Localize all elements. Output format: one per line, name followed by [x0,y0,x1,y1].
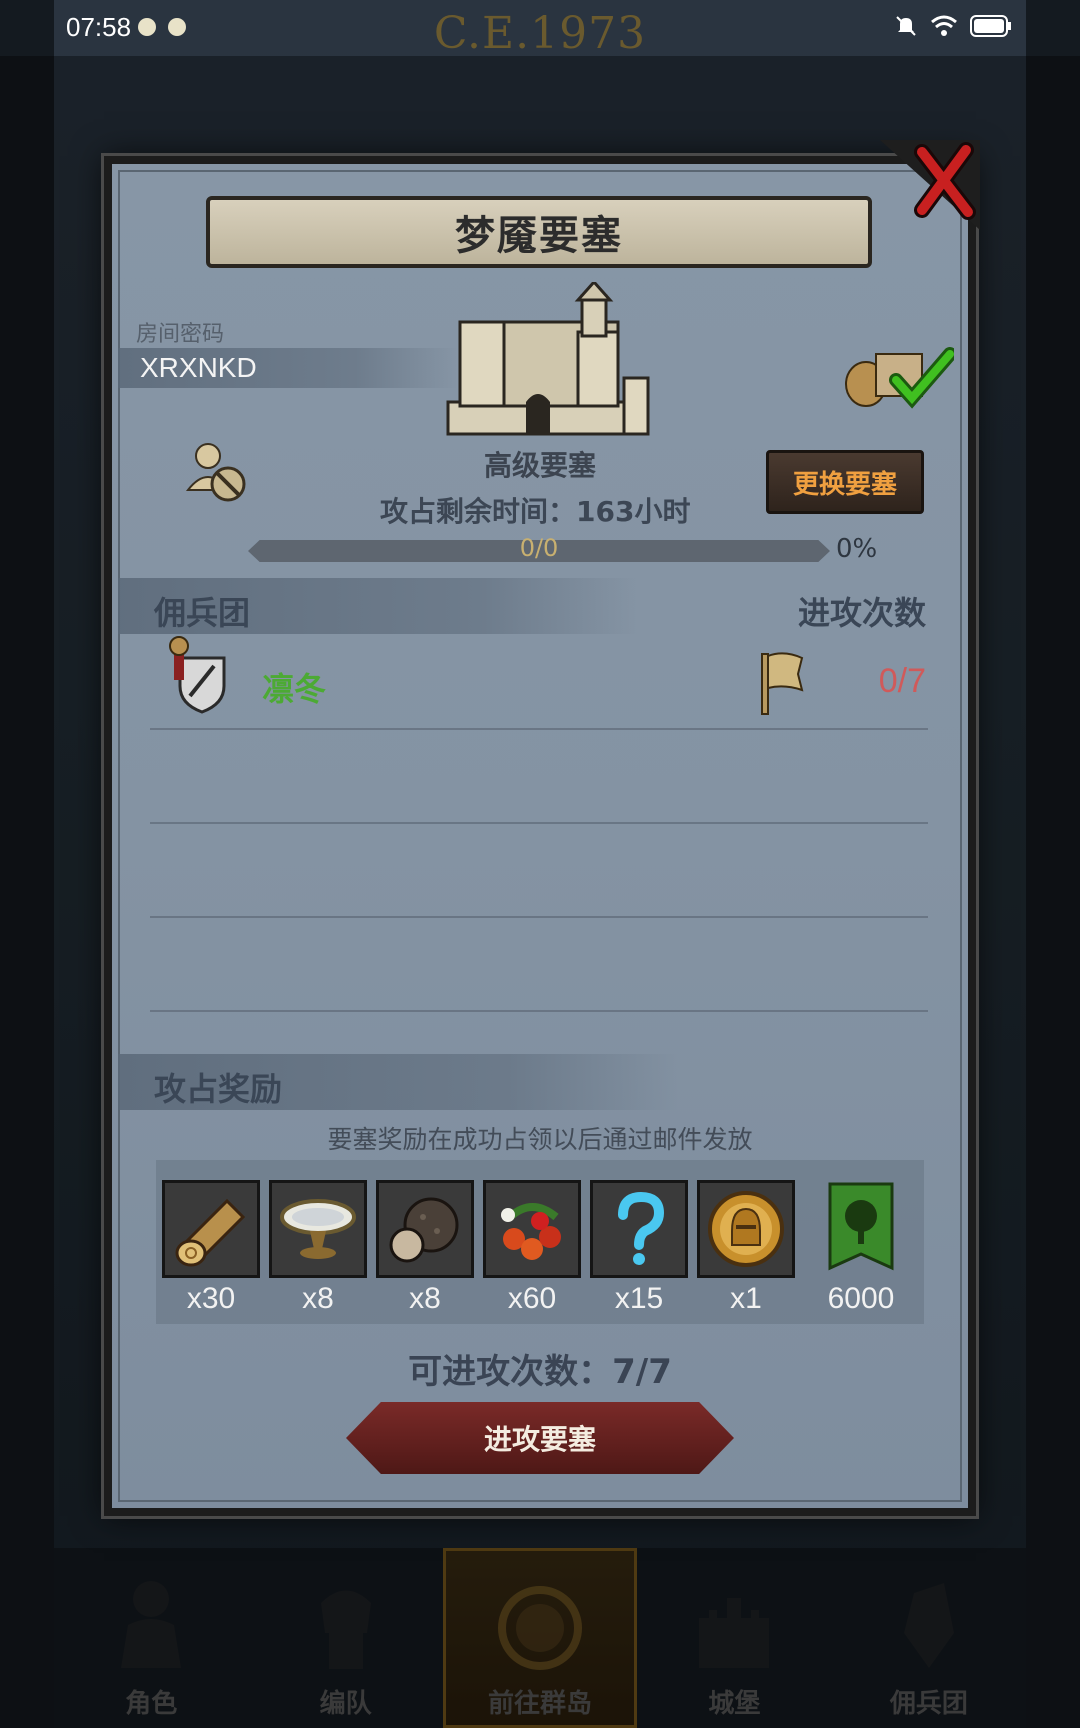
reward-slot [162,1180,260,1278]
wood-log-icon [175,1198,246,1267]
silver-bowl-icon [280,1199,356,1259]
attack-fortress-button[interactable]: 进攻要塞 [346,1402,734,1474]
status-bar: 07:58 [54,0,1026,56]
clock: 07:58 [66,12,132,42]
mercenary-header: 佣兵团 [154,594,251,632]
mute-icon [896,16,916,36]
time-remaining: 攻占剩余时间：163小时 [380,495,691,528]
status-icons [894,14,1012,38]
change-fortress-button[interactable]: 更换要塞 [766,450,924,514]
reward-slot [269,1180,367,1278]
rewards-note: 要塞奖励在成功占领以后通过邮件发放 [327,1125,753,1154]
berries-icon [501,1203,561,1260]
reward-slot [376,1180,474,1278]
reward-slot [590,1180,688,1278]
tree-banner-icon [828,1182,894,1271]
battery-icon [970,15,1011,37]
reward-slot [483,1180,581,1278]
truffle-icon [389,1197,459,1263]
reward-quantity: x15 [614,1282,664,1315]
reward-item[interactable]: x15 [590,1180,688,1315]
notification-icon [138,18,156,36]
divider [150,728,928,730]
knight-helmet-coin-icon [708,1191,784,1267]
flag-icon [761,652,804,715]
title-plate: 梦魇要塞 [206,196,872,268]
reward-quantity: x30 [186,1282,236,1315]
divider [150,1010,928,1012]
dialog-title: 梦魇要塞 [455,213,623,259]
reward-item[interactable]: x8 [269,1180,367,1315]
guild-name: 凛冬 [262,670,327,708]
notification-icon [168,18,186,36]
reward-quantity: x8 [409,1282,441,1315]
mystery-question-icon [618,1191,665,1265]
reward-quantity: x60 [507,1282,557,1315]
attacks-available: 可进攻次数：7/7 [408,1352,672,1392]
attack-count-header: 进攻次数 [797,594,926,632]
wifi-icon [931,15,957,36]
reward-item[interactable]: x60 [483,1180,581,1315]
user-block-icon[interactable] [184,442,250,504]
fortress-castle-icon [446,282,650,436]
reward-item[interactable]: x8 [376,1180,474,1315]
reward-quantity: x1 [730,1282,762,1315]
progress-text: 0/0 [519,534,559,562]
room-code-label: 房间密码 [136,322,225,347]
reward-quantity: 6000 [827,1282,895,1315]
reward-item[interactable]: x1 [697,1180,795,1315]
reward-quantity: x8 [302,1282,334,1315]
loot-check-icon[interactable] [842,340,954,410]
progress-percent: 0% [836,534,878,564]
reward-item[interactable]: x30 [162,1180,260,1315]
reward-item[interactable]: 6000 [812,1180,910,1315]
room-code: XRXNKD [140,352,257,383]
divider [150,822,928,824]
divider [150,916,928,918]
reward-slot [697,1180,795,1278]
fortress-level: 高级要塞 [483,449,596,482]
rewards-header: 攻占奖励 [154,1070,283,1108]
guild-shield-icon [169,636,226,714]
guild-attack-count: 0/7 [878,662,926,700]
